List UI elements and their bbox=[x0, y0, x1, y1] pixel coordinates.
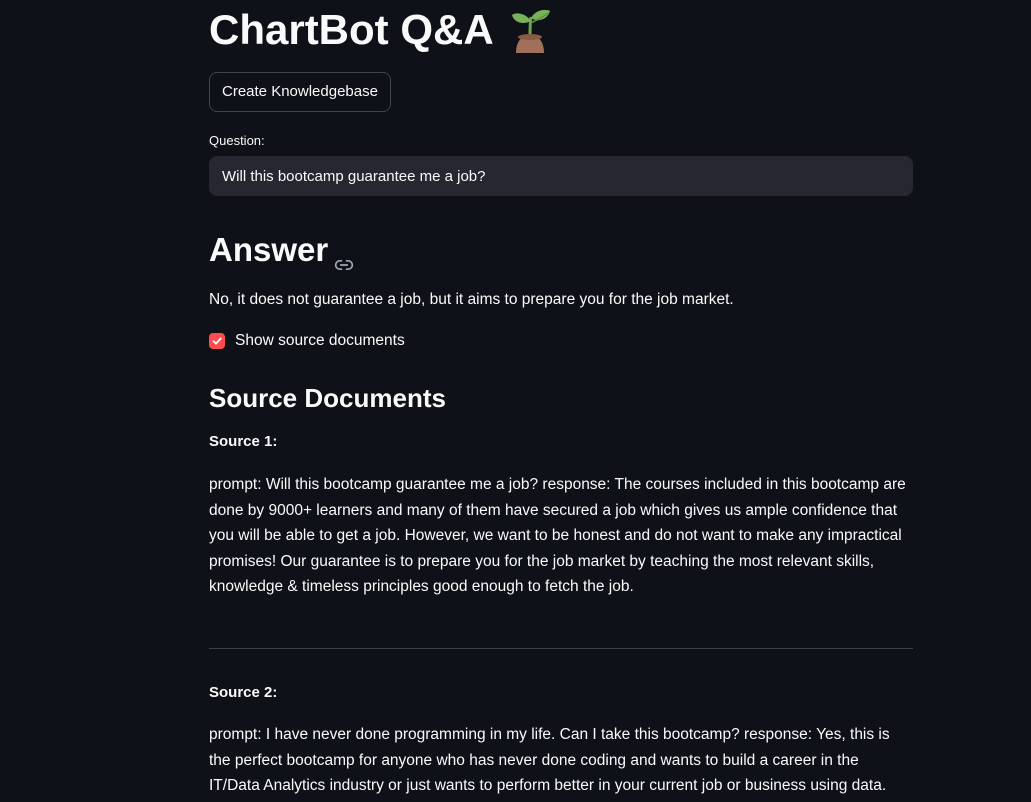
question-label: Question: bbox=[209, 133, 265, 148]
show-sources-checkbox[interactable]: Show source documents bbox=[209, 330, 405, 352]
source-documents-heading: Source Documents bbox=[209, 383, 446, 413]
source-2-label: Source 2: bbox=[209, 684, 278, 701]
answer-heading: Answer bbox=[209, 231, 329, 268]
page-title-row: ChartBot Q&A bbox=[209, 4, 554, 56]
checkbox-checked-icon[interactable] bbox=[209, 333, 225, 349]
source-2-text: prompt: I have never done programming in… bbox=[209, 726, 890, 795]
divider bbox=[209, 648, 913, 649]
source-1-label: Source 1: bbox=[209, 433, 278, 450]
answer-heading-row: Answer bbox=[209, 228, 354, 272]
source-1-text: prompt: Will this bootcamp guarantee me … bbox=[209, 476, 906, 596]
answer-text: No, it does not guarantee a job, but it … bbox=[209, 291, 734, 308]
link-icon[interactable] bbox=[334, 242, 354, 270]
page-title: ChartBot Q&A bbox=[209, 6, 494, 53]
question-input[interactable] bbox=[209, 156, 913, 196]
create-knowledgebase-button[interactable]: Create Knowledgebase bbox=[209, 72, 391, 112]
show-sources-label[interactable]: Show source documents bbox=[235, 330, 405, 352]
seedling-icon bbox=[508, 7, 554, 53]
